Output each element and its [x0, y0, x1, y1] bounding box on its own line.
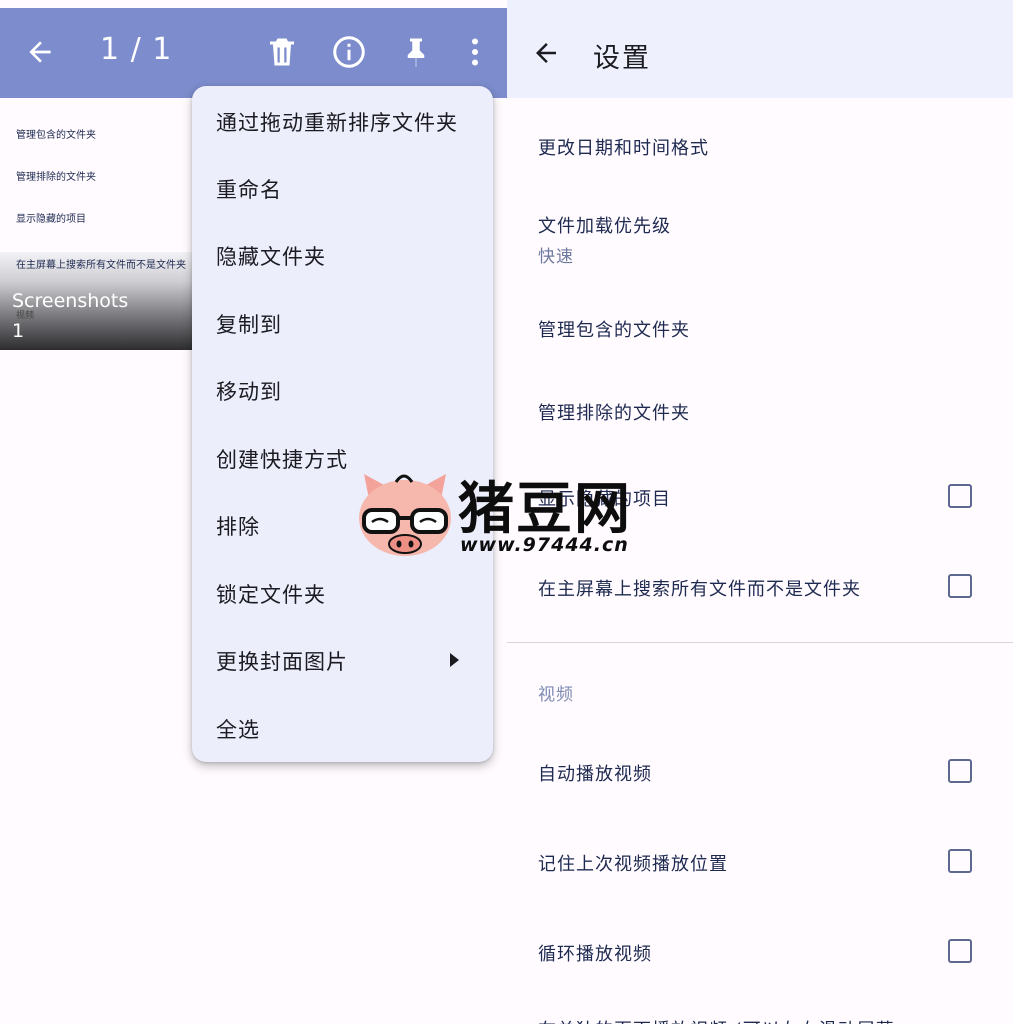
search-all-files-checkbox[interactable] [948, 574, 972, 598]
info-icon[interactable] [331, 34, 367, 70]
bg-item-show-hidden: 显示隐藏的项目 [16, 214, 86, 225]
overflow-menu: 通过拖动重新排序文件夹 重命名 隐藏文件夹 复制到 移动到 创建快捷方式 排除 … [192, 86, 493, 762]
menu-item-hide-folder[interactable]: 隐藏文件夹 [192, 222, 493, 289]
page-title: 设置 [593, 43, 651, 74]
back-arrow-icon[interactable] [531, 38, 561, 68]
remember-position-checkbox[interactable] [948, 849, 972, 873]
menu-item-lock-folder[interactable]: 锁定文件夹 [192, 560, 493, 627]
pref-separate-video-page[interactable]: 在单独的页面播放视频 (可以左右滑动屏幕 [538, 1016, 895, 1024]
bg-item-exclude-folders: 管理排除的文件夹 [16, 172, 96, 183]
section-divider [507, 642, 1013, 643]
watermark-url: www.97444.cn [460, 534, 629, 556]
selection-toolbar: 1 / 1 [0, 8, 507, 98]
watermark: 猪豆网 www.97444.cn [356, 464, 666, 560]
menu-item-rename[interactable]: 重命名 [192, 155, 493, 222]
pig-logo-icon [359, 474, 451, 556]
bg-item-search-all: 在主屏幕上搜索所有文件而不是文件夹 [16, 260, 186, 271]
pref-file-loading-priority[interactable]: 文件加载优先级 快速 [538, 212, 671, 267]
autoplay-videos-checkbox[interactable] [948, 759, 972, 783]
show-hidden-checkbox[interactable] [948, 484, 972, 508]
loop-videos-checkbox[interactable] [948, 939, 972, 963]
menu-item-copy-to[interactable]: 复制到 [192, 290, 493, 357]
menu-item-move-to[interactable]: 移动到 [192, 357, 493, 424]
folder-thumbnail[interactable]: 在主屏幕上搜索所有文件而不是文件夹 Screenshots 视频 1 [0, 252, 192, 350]
pref-summary: 快速 [538, 247, 574, 267]
section-title-videos: 视频 [538, 685, 574, 705]
pin-icon[interactable] [398, 34, 434, 70]
submenu-arrow-icon [450, 653, 459, 667]
pref-autoplay-videos[interactable]: 自动播放视频 [538, 760, 652, 786]
bg-item-include-folders: 管理包含的文件夹 [16, 130, 96, 141]
menu-item-reorder[interactable]: 通过拖动重新排序文件夹 [192, 88, 493, 155]
pref-manage-included-folders[interactable]: 管理包含的文件夹 [538, 316, 690, 342]
pref-loop-videos[interactable]: 循环播放视频 [538, 940, 652, 966]
trash-icon[interactable] [264, 34, 300, 70]
pref-date-time-format[interactable]: 更改日期和时间格式 [538, 134, 709, 160]
folder-item-count: 1 [12, 320, 25, 342]
back-arrow-icon[interactable] [24, 36, 56, 68]
selection-counter: 1 / 1 [100, 32, 173, 67]
menu-item-select-all[interactable]: 全选 [192, 695, 493, 762]
settings-toolbar: 设置 [507, 0, 1013, 98]
pref-manage-excluded-folders[interactable]: 管理排除的文件夹 [538, 399, 690, 425]
more-vert-icon[interactable] [457, 34, 493, 70]
pref-remember-playback-position[interactable]: 记住上次视频播放位置 [538, 850, 728, 876]
pref-search-all-files[interactable]: 在主屏幕上搜索所有文件而不是文件夹 [538, 575, 861, 601]
watermark-brand: 猪豆网 [458, 477, 632, 542]
menu-item-change-cover[interactable]: 更换封面图片 [192, 627, 493, 694]
